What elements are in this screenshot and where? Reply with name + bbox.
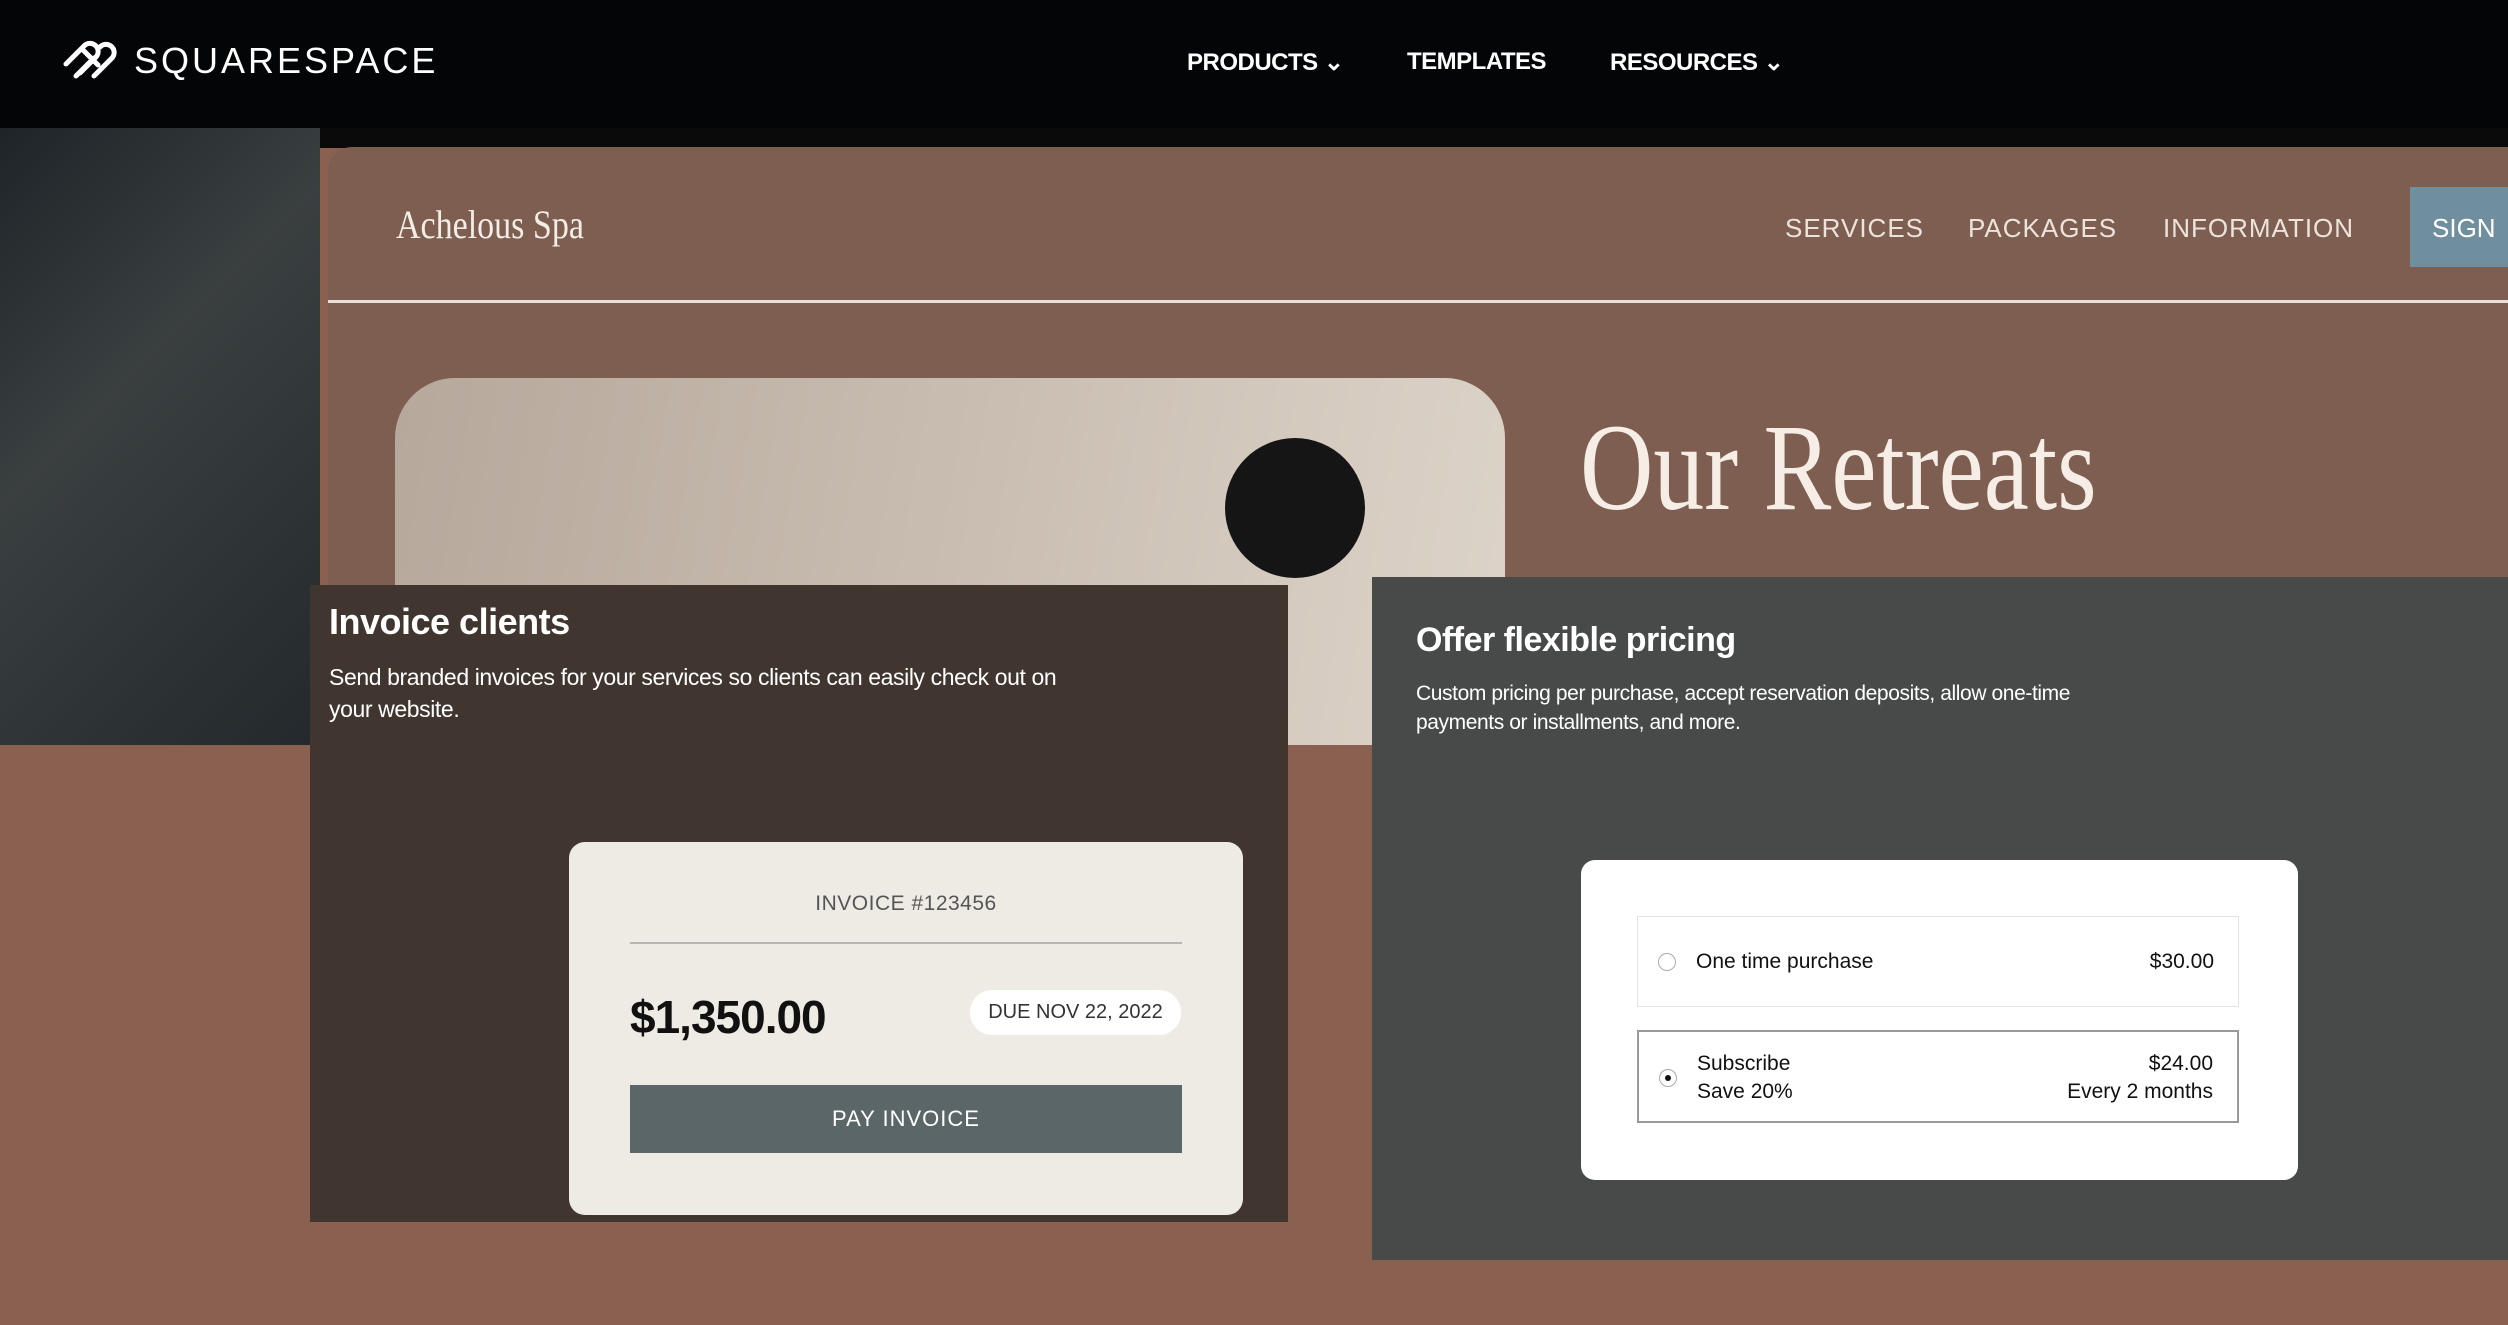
option-label: Subscribe [1697, 1052, 1791, 1075]
squarespace-logo[interactable]: SQUARESPACE [58, 36, 438, 86]
panel-description: Send branded invoices for your services … [329, 664, 1057, 722]
nav-label: TEMPLATES [1407, 48, 1547, 75]
panel-title: Offer flexible pricing [1416, 621, 1736, 659]
squarespace-logo-icon [63, 40, 117, 79]
spa-nav-packages[interactable]: PACKAGES [1968, 213, 2117, 244]
chevron-down-icon: ⌄ [1323, 49, 1344, 76]
radio-button[interactable] [1658, 953, 1676, 971]
nav-resources[interactable]: RESOURCES ⌄ [1610, 48, 1784, 77]
radio-button-selected[interactable] [1659, 1069, 1677, 1087]
page-headline: Our Retreats [1580, 399, 2097, 536]
flexible-pricing-panel: Offer flexible pricing Custom pricing pe… [1372, 577, 2508, 1260]
sign-button[interactable]: SIGN [2410, 187, 2508, 267]
background-photo [0, 128, 320, 745]
nav-templates[interactable]: TEMPLATES [1407, 48, 1547, 76]
spa-nav-information[interactable]: INFORMATION [2163, 213, 2354, 244]
nav-label: PRODUCTS [1187, 49, 1318, 76]
option-sublabel: Save 20% [1697, 1080, 1793, 1103]
option-label: One time purchase [1696, 950, 1874, 973]
option-subscribe[interactable]: Subscribe Save 20% $24.00 Every 2 months [1637, 1030, 2239, 1123]
faucet-knob [1225, 438, 1365, 578]
invoice-clients-panel: Invoice clients Send branded invoices fo… [310, 585, 1288, 1222]
invoice-number: INVOICE #123456 [815, 892, 997, 915]
divider [630, 942, 1182, 944]
nav-label: RESOURCES [1610, 49, 1758, 76]
panel-title: Invoice clients [329, 601, 570, 642]
invoice-card: INVOICE #123456 $1,350.00 DUE NOV 22, 20… [569, 842, 1243, 1215]
nav-shadow [0, 128, 2508, 148]
chevron-down-icon: ⌄ [1763, 49, 1784, 76]
option-price: $24.00 [2148, 1052, 2213, 1075]
spa-brand[interactable]: Achelous Spa [396, 201, 584, 248]
invoice-amount: $1,350.00 [630, 991, 827, 1043]
option-price: $30.00 [2149, 950, 2214, 973]
due-date-badge: DUE NOV 22, 2022 [970, 990, 1181, 1035]
brand-name: SQUARESPACE [134, 40, 439, 81]
pay-invoice-button[interactable]: PAY INVOICE [630, 1085, 1182, 1153]
pricing-card: One time purchase $30.00 Subscribe Save … [1581, 860, 2298, 1180]
nav-products[interactable]: PRODUCTS ⌄ [1187, 48, 1344, 77]
header-divider [328, 300, 2508, 303]
option-interval: Every 2 months [2067, 1080, 2213, 1103]
spa-nav-services[interactable]: SERVICES [1785, 213, 1924, 244]
option-one-time-purchase[interactable]: One time purchase $30.00 [1637, 916, 2239, 1007]
top-navigation: SQUARESPACE PRODUCTS ⌄ TEMPLATES RESOURC… [0, 0, 2508, 128]
panel-description: Custom pricing per purchase, accept rese… [1416, 682, 2071, 734]
